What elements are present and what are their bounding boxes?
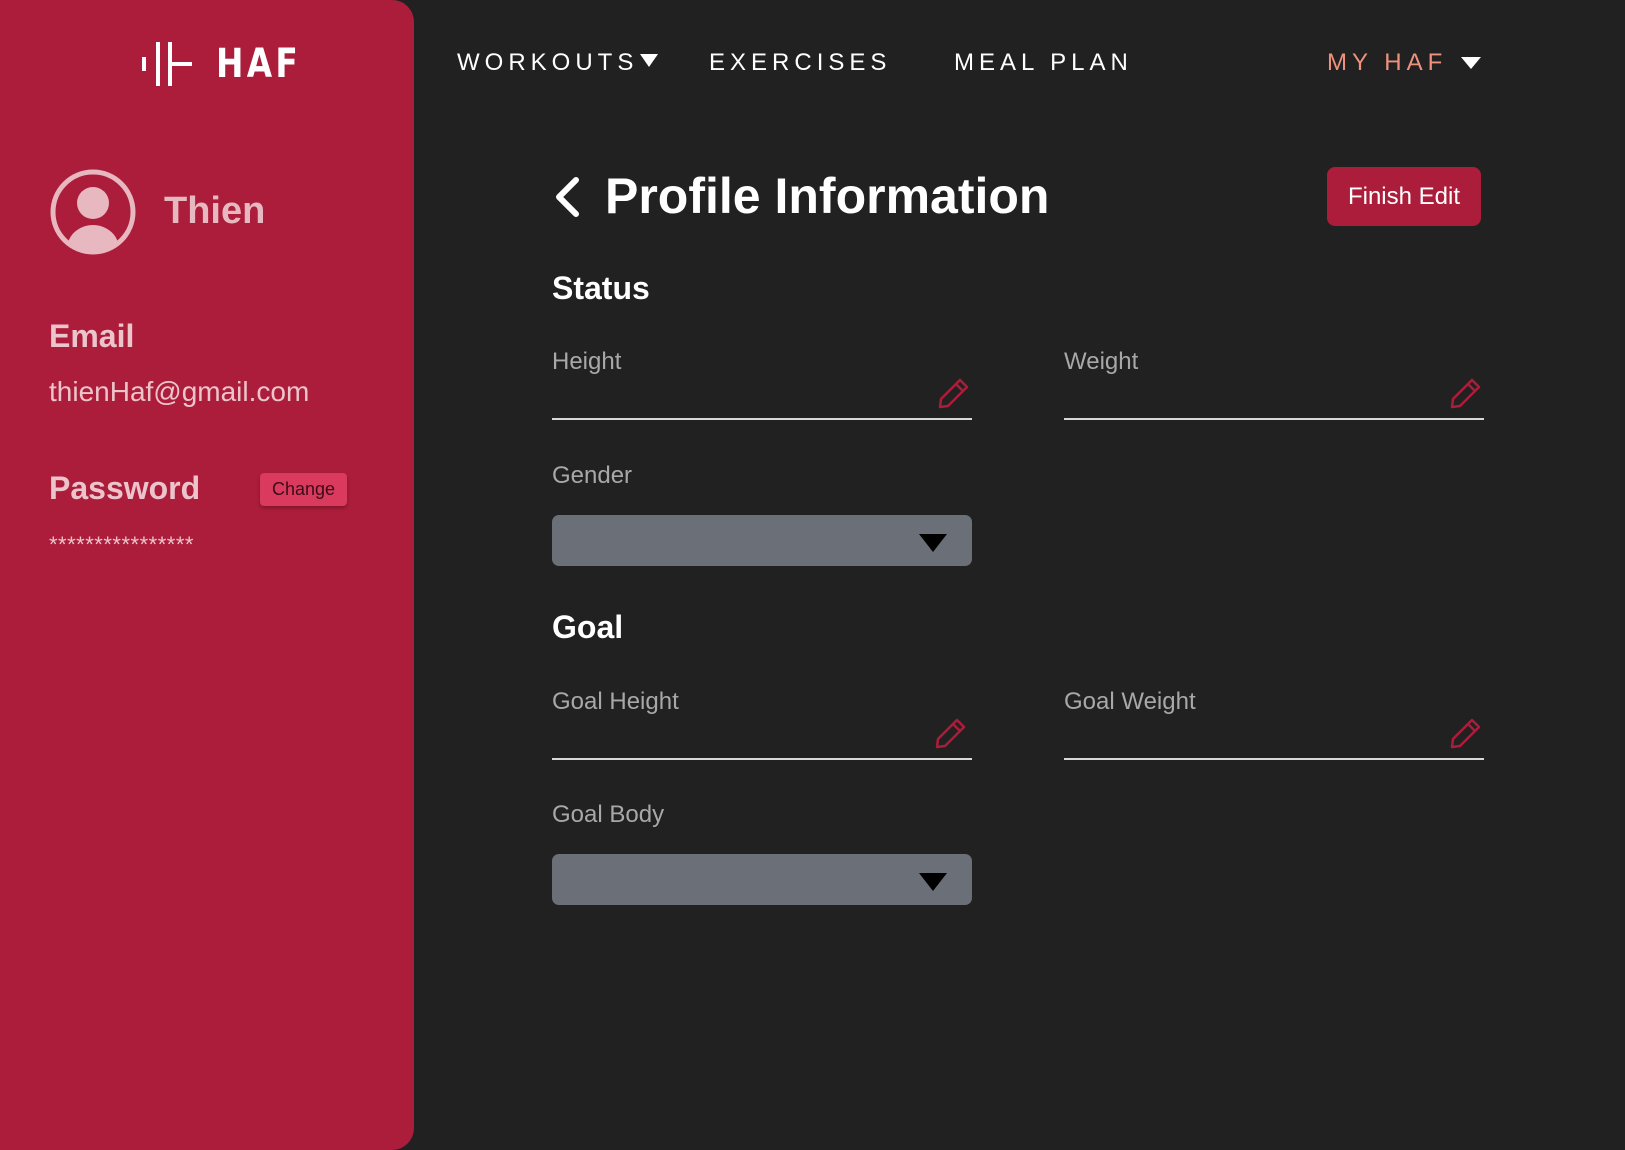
goal-height-label: Goal Height xyxy=(552,688,679,715)
height-input[interactable] xyxy=(552,418,972,420)
weight-label: Weight xyxy=(1064,348,1139,375)
profile-page: HAF Thien Email thienHaf@gmail.com Passw… xyxy=(0,0,1625,1150)
pencil-icon[interactable] xyxy=(935,717,967,749)
nav-my-haf-label: MY HAF xyxy=(1327,49,1448,76)
password-value: **************** xyxy=(49,532,194,557)
pencil-icon[interactable] xyxy=(1450,377,1482,409)
finish-edit-button[interactable]: Finish Edit xyxy=(1327,167,1481,226)
caret-down-icon xyxy=(640,53,659,67)
sidebar: HAF Thien Email thienHaf@gmail.com Passw… xyxy=(0,0,414,1150)
avatar-icon[interactable] xyxy=(48,167,138,257)
logo-text: HAF xyxy=(216,41,302,87)
goal-body-select[interactable] xyxy=(552,854,972,905)
caret-down-icon xyxy=(1461,57,1482,69)
goal-height-input[interactable] xyxy=(552,758,972,760)
logo[interactable]: HAF xyxy=(142,40,320,88)
pencil-icon[interactable] xyxy=(938,377,970,409)
logo-mark-icon xyxy=(142,42,192,86)
section-goal-title: Goal xyxy=(552,609,624,645)
email-value: thienHaf@gmail.com xyxy=(49,376,310,407)
nav-my-haf[interactable]: MY HAF xyxy=(1327,49,1482,77)
nav-exercises-label: EXERCISES xyxy=(709,49,892,76)
section-status-title: Status xyxy=(552,270,650,306)
gender-select[interactable] xyxy=(552,515,972,566)
goal-weight-input[interactable] xyxy=(1064,758,1484,760)
page-title: Profile Information xyxy=(605,168,1050,224)
chevron-left-icon[interactable] xyxy=(552,175,584,219)
pencil-icon[interactable] xyxy=(1450,717,1482,749)
change-password-button[interactable]: Change xyxy=(260,473,347,506)
caret-down-icon xyxy=(919,873,947,891)
user-name: Thien xyxy=(164,190,266,232)
password-label: Password xyxy=(49,470,201,506)
nav-meal-plan[interactable]: MEAL PLAN xyxy=(954,49,1133,77)
goal-body-label: Goal Body xyxy=(552,801,665,828)
nav-workouts[interactable]: WORKOUTS xyxy=(457,49,659,77)
caret-down-icon xyxy=(919,534,947,552)
goal-weight-label: Goal Weight xyxy=(1064,688,1196,715)
email-label: Email xyxy=(49,318,135,354)
gender-label: Gender xyxy=(552,462,633,489)
weight-input[interactable] xyxy=(1064,418,1484,420)
nav-meal-plan-label: MEAL PLAN xyxy=(954,49,1133,76)
nav-workouts-label: WORKOUTS xyxy=(457,49,639,76)
height-label: Height xyxy=(552,348,622,375)
nav-exercises[interactable]: EXERCISES xyxy=(709,49,891,77)
